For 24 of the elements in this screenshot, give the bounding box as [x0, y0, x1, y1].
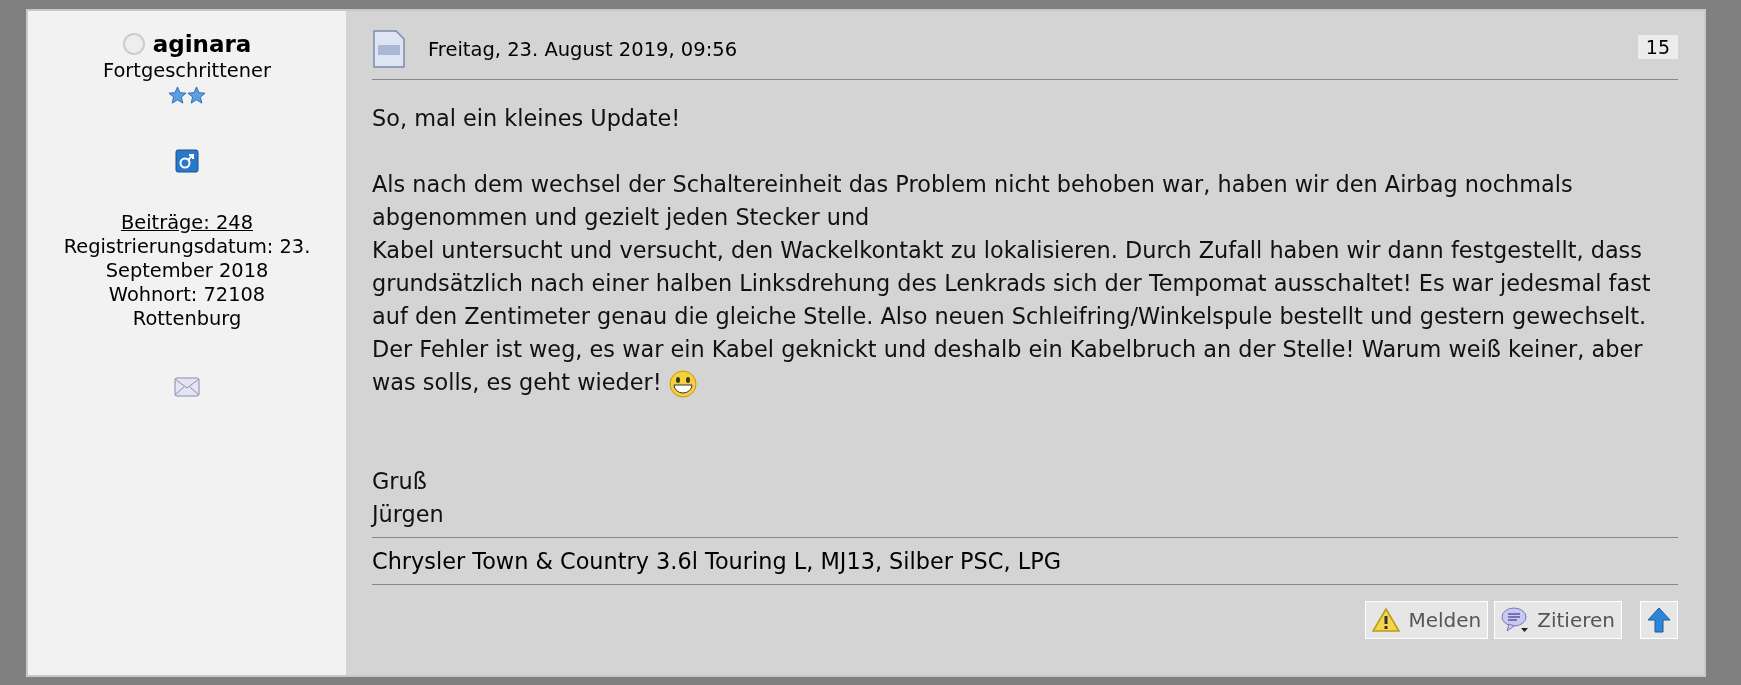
scroll-top-button[interactable] [1640, 601, 1678, 639]
user-detail: Registrierungsdatum: 23. September 2018 [62, 235, 312, 283]
warning-icon [1372, 607, 1401, 633]
up-arrow-icon [1647, 607, 1671, 633]
username[interactable]: aginara [152, 31, 252, 57]
star-icon [168, 86, 187, 105]
male-icon [175, 149, 199, 173]
quote-button[interactable]: Zitieren [1494, 601, 1622, 639]
post-number[interactable]: 15 [1637, 35, 1678, 59]
document-icon [372, 29, 406, 69]
speech-bubble-icon [1501, 606, 1530, 634]
posts-link[interactable]: Beiträge: 248 [121, 211, 253, 235]
post-paragraph: So, mal ein kleines Update! [372, 104, 682, 133]
star-icon [187, 86, 206, 105]
envelope-icon[interactable] [174, 377, 200, 397]
signoff-line: Jürgen [372, 500, 445, 529]
report-button[interactable]: Melden [1365, 601, 1489, 639]
signature: Chrysler Town & Country 3.6l Touring L, MJ13, Silber PSC, LPG [372, 548, 1061, 574]
grin-emoji-icon [667, 368, 698, 399]
post-date: Freitag, 23. August 2019, 09:56 [428, 37, 739, 61]
user-rank: Fortgeschrittener [103, 59, 271, 82]
user-detail: Wohnort: 72108 Rottenburg [107, 283, 267, 331]
post-paragraph: Als nach dem wechsel der Schaltereinheit das Problem nicht behoben war, haben wir den Airbag nochmals abgenommen und gezielt jeden Stecker und Kabel untersucht und versucht, den Wackelkontakt zu lokalisieren. Durch Zufall haben wir dann festgestellt, dass grundsätzlich nach einer halben Linksdrehung des Lenkrads sich der Tempomat ausschaltet! Es war jedesmal fast auf den Zentimeter genau die gleiche Stelle. Also neuen Schleifring/Winkelspule bestellt und gestern gewechselt. Der Fehler ist weg, es war ein Kabel geknickt und deshalb ein Kabelbruch an der Stelle! Warum weiß keiner, aber was solls, es geht wieder! [372, 168, 1678, 399]
signoff-line: Gruß [372, 467, 428, 496]
